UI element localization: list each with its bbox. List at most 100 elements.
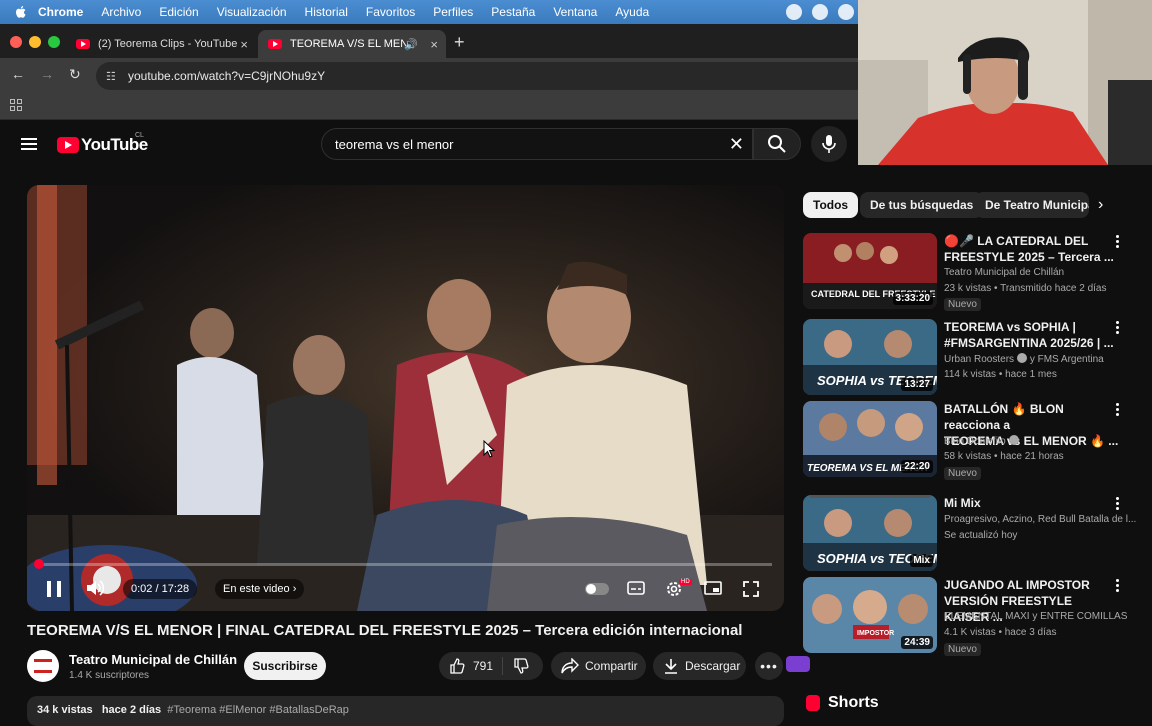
menu-ayuda[interactable]: Ayuda — [615, 5, 649, 19]
voice-search-button[interactable] — [811, 126, 847, 162]
dislike-icon[interactable] — [513, 658, 529, 674]
subscribe-button[interactable]: Suscribirse — [244, 652, 326, 680]
recommendation-title: Mi Mix — [944, 496, 981, 510]
menu-favoritos[interactable]: Favoritos — [366, 5, 415, 19]
autoplay-toggle[interactable] — [585, 583, 609, 595]
zoom-window-icon[interactable] — [48, 36, 60, 48]
recommendation-channel[interactable]: Blon Doblefilo — [944, 435, 1019, 447]
video-duration: 22:20 — [901, 460, 933, 473]
back-icon[interactable]: ← — [11, 66, 25, 82]
recommendation-item[interactable]: TEOREMA VS EL MENOR 22:20 BATALLÓN 🔥 BLO… — [803, 401, 1133, 480]
video-thumbnail[interactable]: SOPHIA vs TEOREMA 13:27 — [803, 319, 937, 395]
tab-title: TEOREMA V/S EL MENOR — [290, 38, 406, 50]
more-vertical-icon[interactable] — [1116, 497, 1120, 510]
more-vertical-icon[interactable] — [1116, 403, 1120, 416]
fullscreen-icon[interactable] — [743, 581, 759, 597]
more-vertical-icon[interactable] — [1116, 321, 1120, 334]
address-bar[interactable]: ☷ youtube.com/watch?v=C9jrNOhu9zY — [96, 62, 858, 90]
description-box[interactable]: 34 k vistas hace 2 días #Teorema #ElMeno… — [27, 696, 784, 726]
scrubber-handle[interactable] — [34, 559, 44, 569]
video-duration: 3:33:20 — [892, 292, 933, 305]
video-thumbnail[interactable]: TEOREMA VS EL MENOR 22:20 — [803, 401, 937, 477]
speaker-icon[interactable]: 🔊 — [404, 38, 418, 51]
chip-de-tus-busquedas[interactable]: De tus búsquedas — [860, 192, 984, 218]
tab-close-icon[interactable]: × — [240, 37, 248, 52]
recommendation-meta: 4.1 K vistas • hace 3 días — [944, 627, 1057, 638]
more-horizontal-icon: ••• — [760, 658, 778, 674]
menu-ventana[interactable]: Ventana — [553, 5, 597, 19]
recommendation-meta: 114 k vistas • hace 1 mes — [944, 369, 1057, 380]
video-thumbnail[interactable]: IMPOSTOR 24:39 — [803, 577, 937, 653]
apple-icon[interactable] — [14, 5, 28, 19]
control-center-icon[interactable] — [812, 4, 828, 20]
shorts-section-header[interactable]: Shorts — [806, 694, 879, 712]
more-vertical-icon[interactable] — [1116, 579, 1120, 592]
microphone-icon — [822, 135, 836, 153]
video-thumbnail[interactable]: CATEDRAL DEL FREESTYLE 3:33:20 — [803, 233, 937, 309]
tab-teorema-clips[interactable]: (2) Teorema Clips - YouTube × — [66, 30, 256, 58]
play-status-icon[interactable] — [838, 4, 854, 20]
apps-grid-icon[interactable] — [10, 99, 22, 111]
browser-toolbar: ← → ↻ ☷ youtube.com/watch?v=C9jrNOhu9zY — [0, 58, 858, 92]
chevron-right-icon[interactable]: › — [1098, 196, 1103, 214]
reload-icon[interactable]: ↻ — [69, 66, 81, 83]
recommendation-item[interactable]: IMPOSTOR 24:39 JUGANDO AL IMPOSTOR VERSIÓ… — [803, 577, 1133, 656]
chip-todos[interactable]: Todos — [803, 192, 859, 218]
clear-search-icon[interactable]: ✕ — [729, 134, 744, 155]
search-button[interactable] — [753, 128, 801, 160]
url-text: youtube.com/watch?v=C9jrNOhu9zY — [128, 69, 326, 83]
forward-icon[interactable]: → — [40, 66, 54, 82]
recommendation-channel[interactable]: Teatro Municipal de Chillán — [944, 267, 1064, 278]
close-window-icon[interactable] — [10, 36, 22, 48]
recommendation-meta: 23 k vistas • Transmitido hace 2 días — [944, 283, 1107, 294]
menu-edicion[interactable]: Edición — [159, 5, 198, 19]
in-this-video-button[interactable]: En este video › — [215, 579, 305, 599]
channel-avatar[interactable] — [27, 650, 59, 682]
video-thumbnail[interactable]: SOPHIA vs TEOREMA Mix — [803, 495, 937, 571]
download-button[interactable]: Descargar — [653, 652, 746, 680]
menu-historial[interactable]: Historial — [305, 5, 348, 19]
channel-name[interactable]: Teatro Municipal de Chillán — [69, 652, 237, 667]
tab-title: (2) Teorema Clips - YouTube — [98, 38, 238, 50]
menu-chrome[interactable]: Chrome — [38, 5, 83, 19]
recommendation-item[interactable]: SOPHIA vs TEOREMA 13:27 TEOREMA vs SOPHI… — [803, 319, 1133, 395]
more-vertical-icon[interactable] — [1116, 235, 1120, 248]
miniplayer-icon[interactable] — [704, 581, 722, 595]
thumbnail-text: IMPOSTOR — [857, 630, 894, 637]
menu-visualizacion[interactable]: Visualización — [217, 5, 287, 19]
screen-record-icon[interactable] — [786, 656, 810, 672]
recommendation-channel[interactable]: ELEMENTAL MAXI y ENTRE COMILLAS — [944, 611, 1127, 622]
new-tab-icon[interactable]: + — [454, 32, 465, 53]
subtitles-icon[interactable] — [627, 581, 645, 595]
download-icon — [665, 659, 677, 674]
hashtags[interactable]: #Teorema #ElMenor #BatallasDeRap — [167, 704, 349, 716]
pause-icon[interactable] — [47, 581, 61, 597]
site-settings-icon[interactable]: ☷ — [106, 70, 118, 83]
webcam-overlay — [858, 0, 1152, 165]
shorts-icon — [806, 695, 820, 711]
like-icon — [450, 658, 465, 674]
youtube-logo[interactable]: YouTube CL — [57, 132, 148, 155]
recommendation-item[interactable]: SOPHIA vs TEOREMA Mix Mi Mix Proagresivo… — [803, 495, 1136, 571]
progress-bar[interactable] — [39, 563, 772, 566]
siri-icon[interactable] — [786, 4, 802, 20]
menu-perfiles[interactable]: Perfiles — [433, 5, 473, 19]
tab-teorema-vs-el-menor[interactable]: TEOREMA V/S EL MENOR 🔊 × — [258, 30, 446, 58]
menu-archivo[interactable]: Archivo — [101, 5, 141, 19]
more-actions-button[interactable]: ••• — [755, 652, 783, 680]
volume-icon[interactable] — [85, 579, 105, 597]
chip-de-teatro-municipal[interactable]: De Teatro Municipa — [975, 192, 1089, 218]
macos-menubar: Chrome Archivo Edición Visualización His… — [0, 0, 858, 672]
like-button[interactable]: 791 — [439, 657, 503, 675]
recommendation-item[interactable]: CATEDRAL DEL FREESTYLE 3:33:20 🔴🎤 LA CAT… — [803, 233, 1133, 311]
recommendation-channel[interactable]: Urban Roosters y FMS Argentina — [944, 353, 1104, 365]
menu-pestana[interactable]: Pestaña — [491, 5, 535, 19]
search-input[interactable] — [335, 136, 695, 152]
share-button[interactable]: Compartir — [551, 652, 646, 680]
tab-close-icon[interactable]: × — [430, 37, 438, 52]
youtube-favicon-icon — [268, 39, 282, 49]
menu-icon[interactable] — [21, 138, 37, 150]
video-player[interactable]: 0:02 / 17:28 En este video › HD — [27, 185, 784, 611]
minimize-window-icon[interactable] — [29, 36, 41, 48]
share-icon — [561, 658, 579, 674]
